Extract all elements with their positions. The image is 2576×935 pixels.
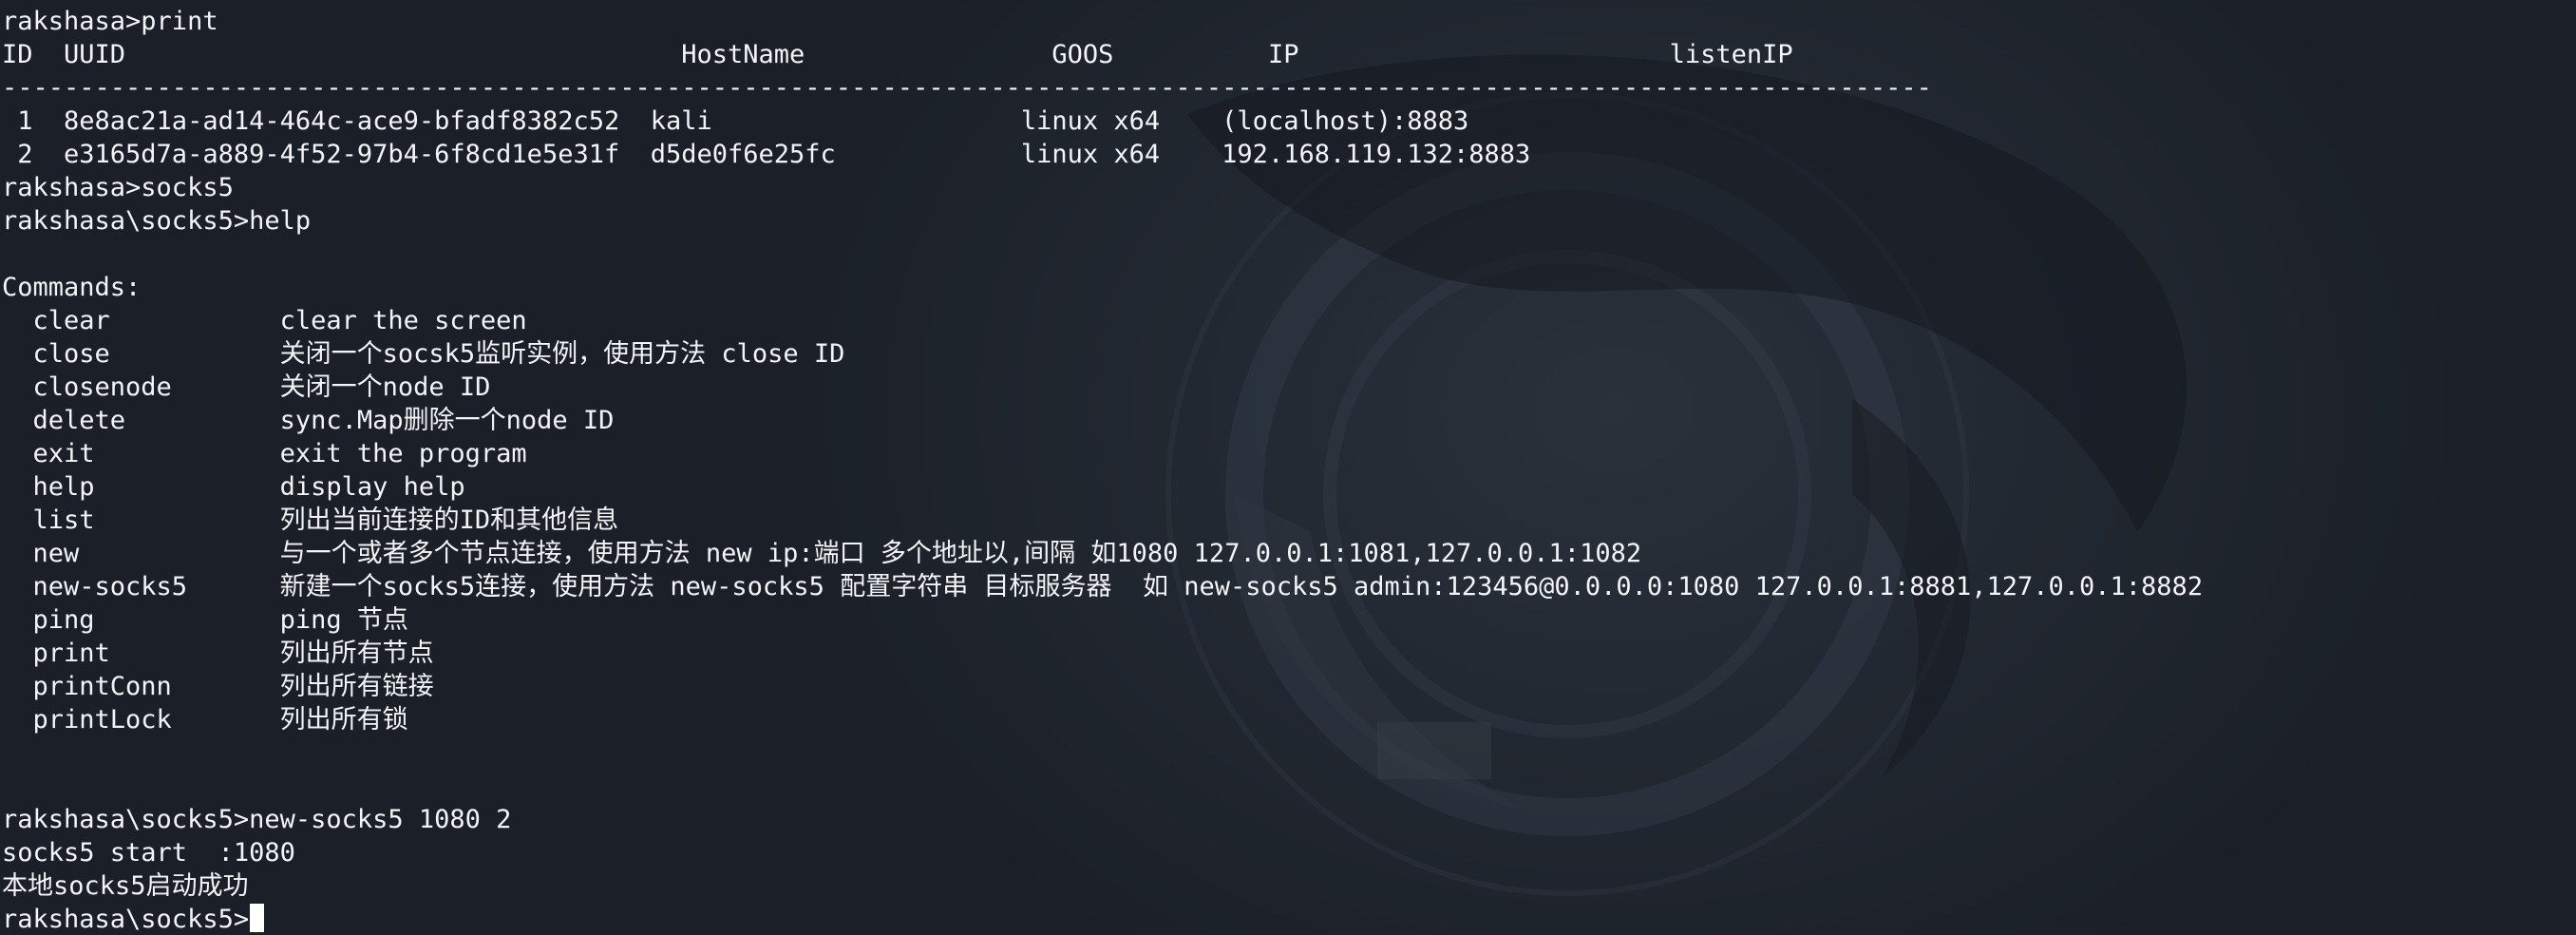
terminal-line: clear clear the screen	[2, 306, 527, 335]
terminal-line: ID UUID HostName GOOS IP listenIP	[2, 40, 1793, 69]
terminal-line: printConn 列出所有链接	[2, 672, 434, 701]
terminal-window[interactable]: rakshasa>print ID UUID HostName GOOS IP …	[0, 0, 2576, 935]
terminal-line: print 列出所有节点	[2, 639, 434, 668]
text-cursor	[250, 904, 265, 932]
terminal-line: rakshasa\socks5>new-socks5 1080 2	[2, 805, 512, 834]
terminal-line: ----------------------------------------…	[2, 73, 1932, 103]
terminal-line: new-socks5 新建一个socks5连接，使用方法 new-socks5 …	[2, 572, 2204, 601]
terminal-output: rakshasa>print ID UUID HostName GOOS IP …	[0, 5, 2576, 935]
terminal-line: 1 8e8ac21a-ad14-464c-ace9-bfadf8382c52 k…	[2, 106, 1469, 136]
terminal-line: delete sync.Map删除一个node ID	[2, 406, 615, 435]
terminal-line: rakshasa>print	[2, 7, 218, 36]
terminal-line: new 与一个或者多个节点连接，使用方法 new ip:端口 多个地址以,间隔 …	[2, 539, 1642, 568]
terminal-line: close 关闭一个socsk5监听实例，使用方法 close ID	[2, 339, 845, 369]
command-prompt: rakshasa\socks5>	[2, 905, 250, 934]
terminal-line: printLock 列出所有锁	[2, 705, 408, 735]
command-input-line[interactable]: rakshasa\socks5>	[0, 903, 2576, 935]
terminal-line: 本地socks5启动成功	[2, 871, 249, 901]
terminal-line: closenode 关闭一个node ID	[2, 372, 491, 402]
terminal-line: ping ping 节点	[2, 605, 408, 635]
terminal-line: 2 e3165d7a-a889-4f52-97b4-6f8cd1e5e31f d…	[2, 140, 1531, 169]
terminal-line: exit exit the program	[2, 439, 527, 468]
terminal-line: rakshasa\socks5>help	[2, 206, 312, 236]
terminal-line: list 列出当前连接的ID和其他信息	[2, 506, 619, 535]
terminal-line: help display help	[2, 472, 465, 502]
terminal-line: Commands:	[2, 273, 142, 302]
terminal-line: rakshasa>socks5	[2, 173, 234, 202]
terminal-line: socks5 start :1080	[2, 838, 295, 868]
